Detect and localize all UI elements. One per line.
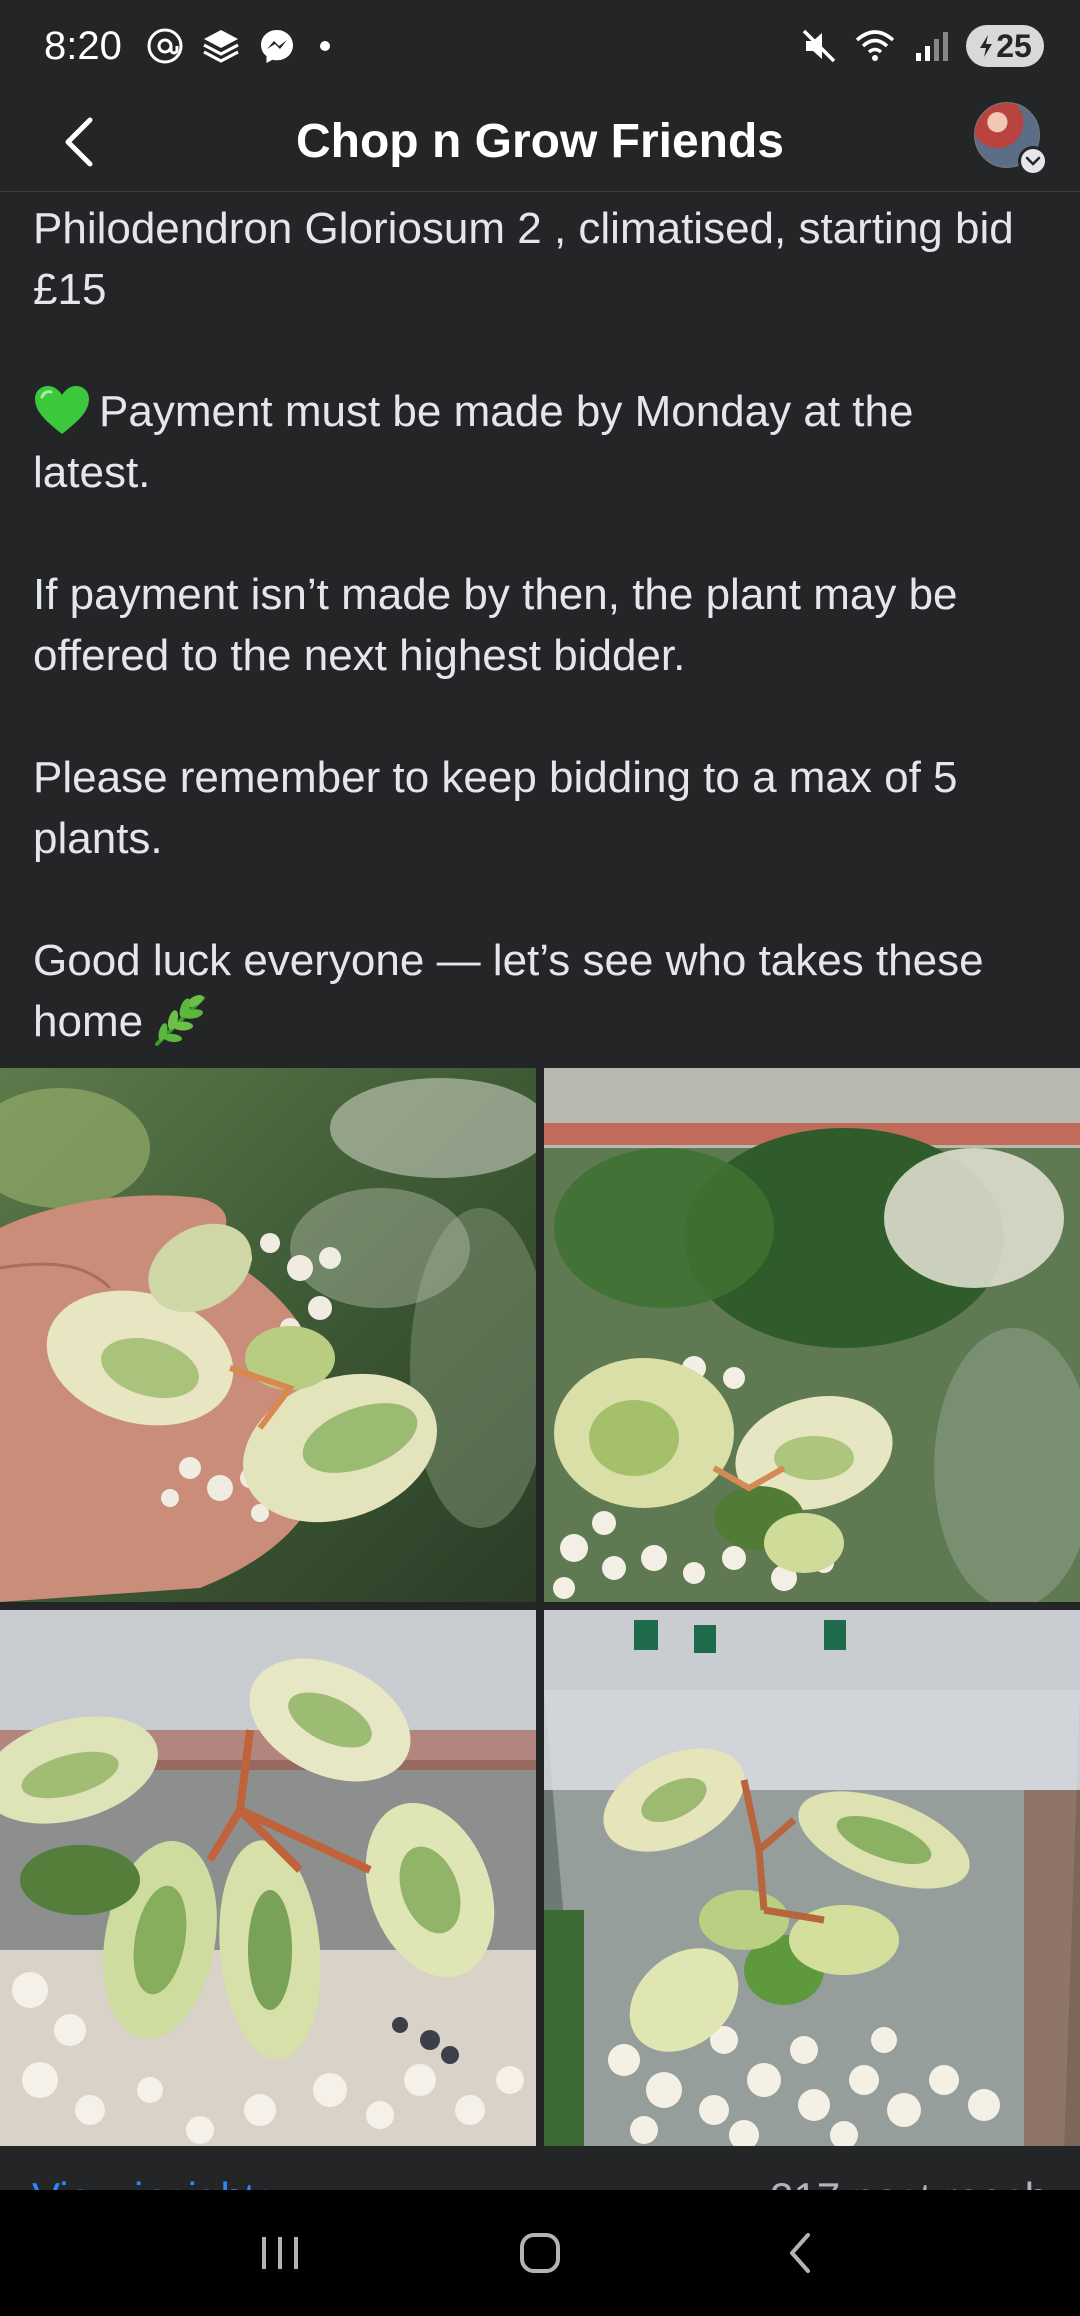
group-header: Chop n Grow Friends bbox=[0, 92, 1080, 192]
battery-indicator: 25 bbox=[966, 25, 1044, 67]
post-reach-count: 317 post reach bbox=[770, 2174, 1048, 2190]
green-heart-icon bbox=[35, 386, 89, 434]
battery-level: 25 bbox=[996, 27, 1032, 64]
recent-apps-button[interactable] bbox=[240, 2213, 320, 2293]
status-right: 25 bbox=[798, 25, 1044, 67]
item-description: Philodendron Gloriosum 2 , climatised, s… bbox=[33, 204, 1014, 314]
limit-text: Please remember to keep bidding to a max… bbox=[33, 753, 958, 863]
herb-icon bbox=[155, 995, 206, 1046]
system-back-button[interactable] bbox=[760, 2213, 840, 2293]
post-line-item: Philodendron Gloriosum 2 , climatised, s… bbox=[33, 198, 1043, 320]
insights-row: View insights 317 post reach bbox=[0, 2146, 1080, 2190]
status-time: 8:20 bbox=[44, 23, 122, 68]
avatar-badge bbox=[1018, 146, 1048, 176]
post-limit-line: Please remember to keep bidding to a max… bbox=[33, 747, 1043, 869]
photo-2[interactable] bbox=[544, 1068, 1080, 1602]
photo-4[interactable] bbox=[544, 1610, 1080, 2146]
wifi-icon bbox=[854, 25, 896, 67]
post-payment-line: Payment must be made by Monday at the la… bbox=[33, 381, 1043, 503]
photo-grid bbox=[0, 1068, 1080, 2146]
profile-avatar-button[interactable] bbox=[974, 102, 1048, 176]
post-unpaid-line: If payment isn’t made by then, the plant… bbox=[33, 564, 1043, 686]
chevron-down-icon bbox=[1025, 156, 1041, 166]
page-title: Chop n Grow Friends bbox=[296, 115, 784, 168]
recent-apps-icon bbox=[262, 2237, 298, 2269]
unpaid-text: If payment isn’t made by then, the plant… bbox=[33, 570, 958, 680]
home-icon bbox=[520, 2233, 560, 2273]
home-button[interactable] bbox=[500, 2213, 580, 2293]
plant-in-pot-image bbox=[544, 1068, 1080, 1602]
layers-icon bbox=[200, 25, 242, 67]
status-left: 8:20 bbox=[44, 24, 330, 69]
plant-in-bag-image bbox=[544, 1610, 1080, 2146]
payment-text: Payment must be made by Monday at the la… bbox=[33, 387, 914, 497]
messenger-icon bbox=[256, 25, 298, 67]
notification-dot bbox=[319, 41, 330, 51]
photo-3[interactable] bbox=[0, 1610, 536, 2146]
mute-icon bbox=[798, 25, 840, 67]
post-text: Philodendron Gloriosum 2 , climatised, s… bbox=[33, 198, 1043, 1052]
threads-icon bbox=[144, 25, 186, 67]
navigation-bar bbox=[0, 2190, 1080, 2316]
battery-saver-icon bbox=[980, 35, 993, 57]
plant-top-view-image bbox=[0, 1610, 536, 2146]
status-bar: 8:20 25 bbox=[0, 0, 1080, 92]
back-arrow-icon bbox=[65, 117, 93, 167]
signal-icon bbox=[910, 25, 952, 67]
plant-in-hand-image bbox=[0, 1068, 536, 1602]
post-closing-line: Good luck everyone — let’s see who takes… bbox=[33, 930, 1043, 1052]
photo-1[interactable] bbox=[0, 1068, 536, 1602]
back-icon bbox=[790, 2233, 810, 2273]
view-insights-link[interactable]: View insights bbox=[32, 2174, 276, 2190]
back-button[interactable] bbox=[48, 110, 112, 174]
